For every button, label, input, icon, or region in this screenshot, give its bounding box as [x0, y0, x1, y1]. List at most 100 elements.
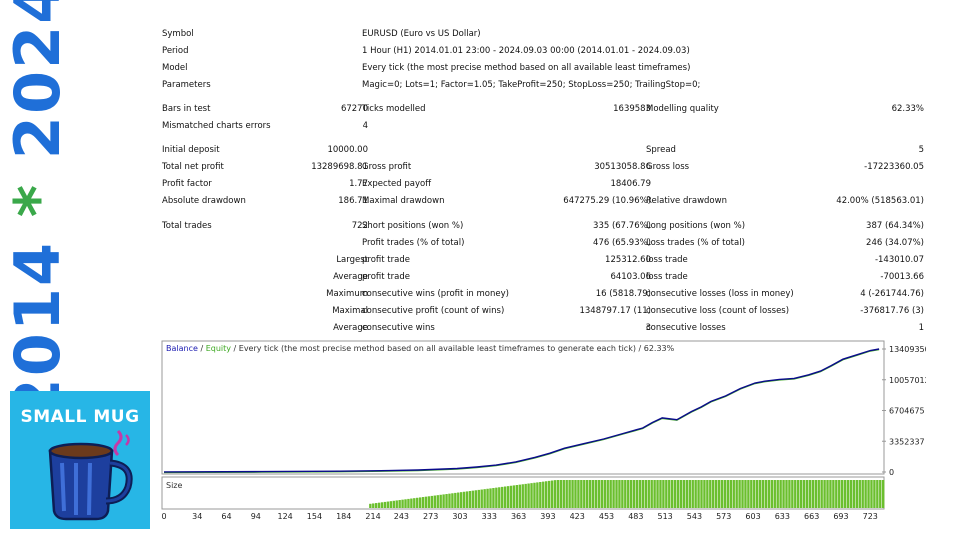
size-bar [738, 480, 741, 508]
size-bar [454, 492, 457, 508]
size-bar [615, 480, 618, 508]
max-losses-label: consecutive losses (loss in money) [646, 289, 794, 299]
year-banner: 2014 * 2024 [1, 0, 74, 421]
size-bar [799, 480, 803, 508]
profit-trades-value: 476 (65.93%) [593, 238, 651, 248]
legend-balance: Balance [166, 344, 198, 353]
maximal-profit-label: consecutive profit (count of wins) [362, 306, 505, 316]
size-bar [782, 480, 785, 508]
x-tick-label-23: 693 [833, 512, 848, 521]
x-tick-label-18: 543 [687, 512, 702, 521]
size-bar [424, 496, 428, 508]
loss-trades-label: Loss trades (% of total) [646, 238, 745, 248]
size-bar [506, 486, 510, 508]
size-bar [761, 480, 765, 508]
largest-loss-label: loss trade [646, 255, 688, 265]
size-bar [433, 495, 437, 508]
size-bar [855, 480, 859, 508]
size-bar [574, 480, 577, 508]
y-axis-ticks: 0 3352337 6704675 10057012 13409350 [882, 345, 930, 477]
size-bar [515, 485, 519, 508]
max-dd-value: 647275.29 (10.96%) [563, 196, 651, 206]
size-bar [776, 480, 779, 508]
balance-chart: 0 3352337 6704675 10057012 13409350 0 34 64 94 1… [160, 339, 930, 524]
size-bar [714, 480, 718, 508]
size-bar [418, 497, 422, 508]
size-bar [471, 490, 475, 508]
size-bar [632, 480, 636, 508]
size-bar [694, 480, 697, 508]
size-bar [653, 480, 656, 508]
short-value: 335 (67.76%) [593, 221, 651, 231]
size-bar [723, 480, 727, 508]
size-bar [542, 481, 545, 508]
size-bar [404, 499, 407, 508]
size-bar [832, 480, 835, 508]
rel-dd-label: Relative drawdown [646, 196, 727, 206]
quality-label: Modelling quality [646, 104, 719, 114]
size-bar [565, 480, 568, 508]
size-bar [843, 480, 847, 508]
row-parameters: Parameters Magic=0; Lots=1; Factor=1.05;… [160, 79, 940, 91]
gross-profit-label: Gross profit [362, 162, 412, 172]
size-bar [805, 480, 809, 508]
size-bar [606, 480, 609, 508]
size-bar [732, 480, 735, 508]
x-tick-label-16: 483 [628, 512, 643, 521]
y-tick-label-1: 3352337 [889, 437, 925, 446]
size-bar [465, 491, 469, 508]
size-bar [840, 480, 844, 508]
size-bar [413, 498, 416, 508]
size-bar [700, 480, 703, 508]
size-bar [709, 480, 712, 508]
size-bar [797, 480, 800, 508]
size-bar [717, 480, 721, 508]
size-bar [791, 480, 794, 508]
size-bar [421, 497, 425, 508]
size-bar [539, 482, 542, 508]
y-tick-label-0: 0 [889, 468, 894, 477]
size-bar [826, 480, 829, 508]
average-profit-value: 64103.06 [610, 272, 651, 282]
size-bar [495, 487, 498, 508]
ticks-label: Ticks modelled [362, 104, 426, 114]
main-plot-area [161, 340, 885, 475]
size-bar [656, 480, 659, 508]
size-bar [638, 480, 642, 508]
size-bar [697, 480, 700, 508]
size-bar [779, 480, 782, 508]
x-tick-label-3: 94 [251, 512, 261, 521]
row-profit-factor: Profit factor 1.77 Expected payoff 18406… [160, 178, 940, 190]
size-bar [398, 500, 401, 508]
size-bar [785, 480, 788, 508]
size-bar [591, 480, 595, 508]
quality-value: 62.33% [891, 104, 924, 114]
average-loss-value: -70013.66 [880, 272, 924, 282]
size-bar [823, 480, 826, 508]
size-bar [720, 480, 724, 508]
size-bar [448, 493, 451, 508]
size-bar [641, 480, 645, 508]
size-bar [474, 490, 478, 508]
size-bar [498, 487, 501, 508]
size-bar [682, 480, 686, 508]
deposit-label: Initial deposit [162, 145, 220, 155]
size-bar [427, 496, 431, 508]
x-tick-label-12: 363 [511, 512, 526, 521]
y-tick-label-4: 13409350 [889, 345, 926, 354]
row-average-consecutive: Average consecutive wins 3 consecutive l… [160, 322, 940, 334]
params-label: Parameters [162, 80, 211, 90]
legend-equity: Equity [206, 344, 232, 353]
loss-trades-value: 246 (34.07%) [866, 238, 924, 248]
size-bar [544, 481, 548, 508]
size-bar [439, 494, 442, 508]
size-bar [688, 480, 691, 508]
size-bar [744, 480, 747, 508]
row-total-trades: Total trades 722 Short positions (won %)… [160, 220, 940, 232]
size-bar [755, 480, 759, 508]
avg-losses-label: consecutive losses [646, 323, 726, 333]
params-value: Magic=0; Lots=1; Factor=1.05; TakeProfit… [362, 80, 701, 90]
size-bar [559, 480, 563, 508]
size-bar [577, 480, 580, 508]
size-bar [750, 480, 753, 508]
